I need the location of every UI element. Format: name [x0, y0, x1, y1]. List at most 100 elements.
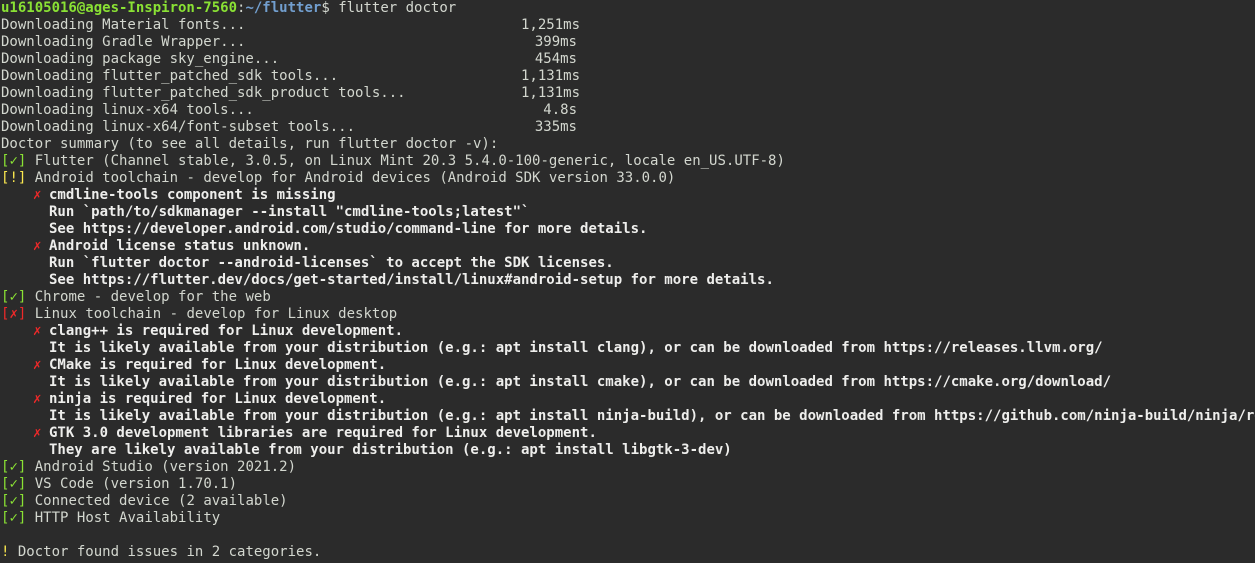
cross-icon: ✗	[33, 425, 42, 441]
issue-detail-line: Run `flutter doctor --android-licenses` …	[1, 255, 1255, 272]
check-text: VS Code (version 1.70.1)	[34, 476, 238, 492]
check-status-ok: [✓]	[1, 153, 27, 169]
issue-title: clang++ is required for Linux developmen…	[49, 323, 404, 339]
check-mark-icon: ✓	[9, 493, 18, 509]
cross-icon: ✗	[33, 357, 42, 373]
download-line: Downloading Material fonts... 1,251ms	[1, 17, 1255, 34]
issue-detail-line: It is likely available from your distrib…	[1, 408, 1255, 425]
check-text: Android Studio (version 2021.2)	[34, 459, 297, 475]
issue-title-line: ✗ cmdline-tools component is missing	[1, 187, 1255, 204]
download-label: Downloading flutter_patched_sdk_product …	[1, 85, 406, 101]
download-label: Downloading linux-x64/font-subset tools.…	[1, 119, 356, 135]
check-android-studio: [✓] Android Studio (version 2021.2)	[1, 459, 1255, 476]
download-time: 1,251ms	[521, 17, 581, 33]
issue-detail: Run `path/to/sdkmanager --install "cmdli…	[49, 204, 530, 220]
issue-title-line: ✗ Android license status unknown.	[1, 238, 1255, 255]
check-mark-icon: ✓	[9, 476, 18, 492]
terminal-window[interactable]: u16105016@ages-Inspiron-7560: ~/flutter $ …	[0, 0, 1255, 563]
issue-title: ninja is required for Linux development.	[49, 391, 387, 407]
download-time: 399ms	[534, 34, 577, 50]
cross-icon: ✗	[9, 306, 18, 322]
issue-detail: Run `flutter doctor --android-licenses` …	[49, 255, 614, 271]
prompt-command: flutter doctor	[338, 0, 457, 16]
check-connected-device: [✓] Connected device (2 available)	[1, 493, 1255, 510]
issue-title-line: ✗ GTK 3.0 development libraries are requi…	[1, 425, 1255, 442]
check-android-toolchain: [!] Android toolchain - develop for Andr…	[1, 170, 1255, 187]
issue-detail: It is likely available from your distrib…	[49, 340, 1103, 356]
download-line: Downloading flutter_patched_sdk_product …	[1, 85, 1255, 102]
check-text: Chrome - develop for the web	[34, 289, 271, 305]
doctor-footer: ! Doctor found issues in 2 categories.	[1, 544, 1255, 561]
issue-detail-line: See https://developer.android.com/studio…	[1, 221, 1255, 238]
prompt-line: u16105016@ages-Inspiron-7560: ~/flutter $ …	[1, 0, 1255, 17]
issue-title: Android license status unknown.	[49, 238, 311, 254]
check-mark-icon: ✓	[9, 459, 18, 475]
download-label: Downloading flutter_patched_sdk tools...	[1, 68, 339, 84]
download-time: 335ms	[534, 119, 577, 135]
prompt-path: ~/flutter	[245, 0, 322, 16]
check-text: Connected device (2 available)	[34, 493, 288, 509]
check-text: HTTP Host Availability	[34, 510, 221, 526]
issue-title-line: ✗ ninja is required for Linux development…	[1, 391, 1255, 408]
download-label: Downloading package sky_engine...	[1, 51, 280, 67]
check-mark-icon: ✓	[9, 289, 18, 305]
download-line: Downloading flutter_patched_sdk tools...…	[1, 68, 1255, 85]
download-time: 4.8s	[543, 102, 577, 118]
download-line: Downloading linux-x64/font-subset tools.…	[1, 119, 1255, 136]
check-chrome: [✓] Chrome - develop for the web	[1, 289, 1255, 306]
summary-header-text: Doctor summary (to see all details, run …	[1, 136, 499, 152]
check-status-error: [✗]	[1, 306, 27, 322]
issue-title-line: ✗ CMake is required for Linux development…	[1, 357, 1255, 374]
download-label: Downloading Material fonts...	[1, 17, 246, 33]
download-line: Downloading Gradle Wrapper... 399ms	[1, 34, 1255, 51]
download-time: 1,131ms	[521, 85, 581, 101]
check-text: Flutter (Channel stable, 3.0.5, on Linux…	[34, 153, 785, 169]
cross-icon: ✗	[33, 187, 42, 203]
issue-detail-line: It is likely available from your distrib…	[1, 340, 1255, 357]
issue-detail-line: See https://flutter.dev/docs/get-started…	[1, 272, 1255, 289]
prompt-symbol: $	[321, 0, 330, 16]
download-time: 1,131ms	[521, 68, 581, 84]
issue-detail: See https://developer.android.com/studio…	[49, 221, 648, 237]
check-status-ok: [✓]	[1, 289, 27, 305]
issue-detail: They are likely available from your dist…	[49, 442, 732, 458]
check-status-ok: [✓]	[1, 510, 27, 526]
check-text: Android toolchain - develop for Android …	[34, 170, 676, 186]
issue-title: GTK 3.0 development libraries are requir…	[49, 425, 597, 441]
check-mark-icon: ✓	[9, 153, 18, 169]
issue-title: cmdline-tools component is missing	[49, 187, 336, 203]
cross-icon: ✗	[33, 323, 42, 339]
download-line: Downloading package sky_engine... 454ms	[1, 51, 1255, 68]
issue-detail-line: They are likely available from your dist…	[1, 442, 1255, 459]
check-linux-toolchain: [✗] Linux toolchain - develop for Linux …	[1, 306, 1255, 323]
check-mark-icon: ✓	[9, 510, 18, 526]
issue-detail: It is likely available from your distrib…	[49, 408, 1255, 424]
check-status-ok: [✓]	[1, 459, 27, 475]
issue-detail: See https://flutter.dev/docs/get-started…	[49, 272, 774, 288]
cross-icon: ✗	[33, 238, 42, 254]
warning-icon: !	[1, 544, 10, 560]
issue-title-line: ✗ clang++ is required for Linux developme…	[1, 323, 1255, 340]
warning-icon: !	[9, 170, 18, 186]
download-label: Downloading Gradle Wrapper...	[1, 34, 246, 50]
check-status-warning: [!]	[1, 170, 27, 186]
download-label: Downloading linux-x64 tools...	[1, 102, 254, 118]
issue-detail-line: It is likely available from your distrib…	[1, 374, 1255, 391]
prompt-separator: :	[237, 0, 246, 16]
download-line: Downloading linux-x64 tools... 4.8s	[1, 102, 1255, 119]
check-status-ok: [✓]	[1, 476, 27, 492]
check-vscode: [✓] VS Code (version 1.70.1)	[1, 476, 1255, 493]
issue-detail: It is likely available from your distrib…	[49, 374, 1112, 390]
check-status-ok: [✓]	[1, 493, 27, 509]
issue-title: CMake is required for Linux development.	[49, 357, 387, 373]
cross-icon: ✗	[33, 391, 42, 407]
check-http-host: [✓] HTTP Host Availability	[1, 510, 1255, 527]
download-time: 454ms	[534, 51, 577, 67]
issue-detail-line: Run `path/to/sdkmanager --install "cmdli…	[1, 204, 1255, 221]
check-flutter: [✓] Flutter (Channel stable, 3.0.5, on L…	[1, 153, 1255, 170]
prompt-user-host: u16105016@ages-Inspiron-7560	[1, 0, 238, 16]
footer-text: Doctor found issues in 2 categories.	[17, 544, 322, 560]
check-text: Linux toolchain - develop for Linux desk…	[34, 306, 398, 322]
summary-header: Doctor summary (to see all details, run …	[1, 136, 1255, 153]
